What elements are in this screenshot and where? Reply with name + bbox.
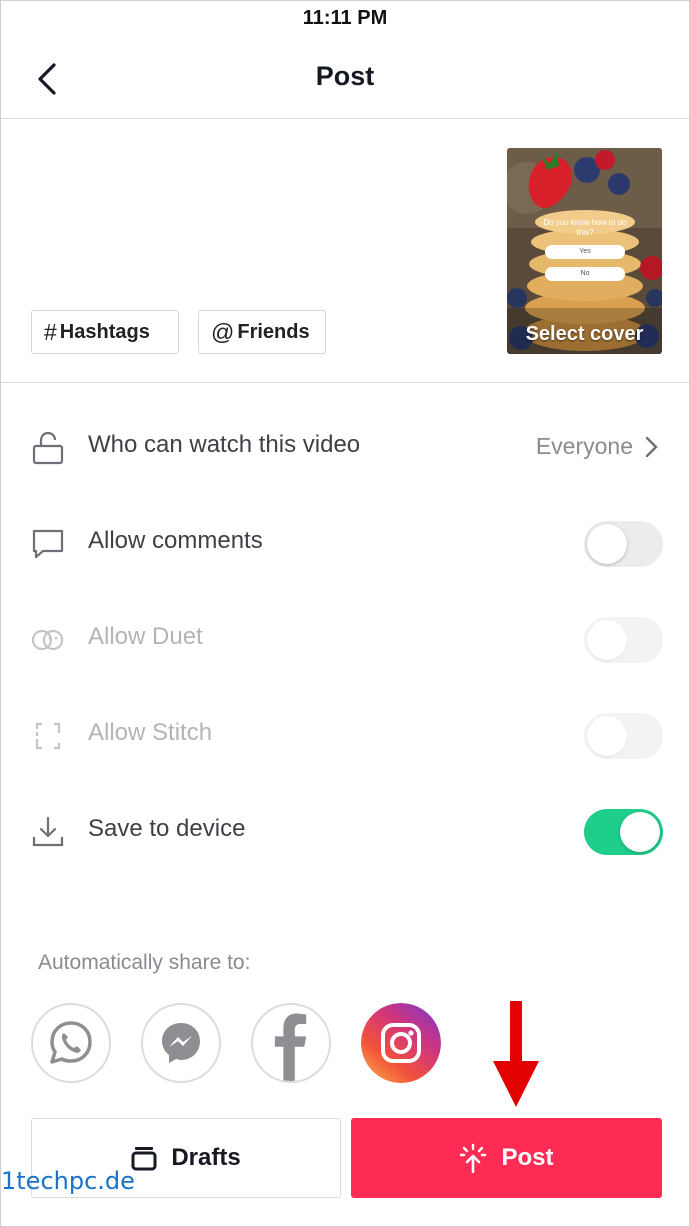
- download-icon: [32, 816, 64, 847]
- share-whatsapp-button[interactable]: [31, 1003, 111, 1083]
- allow-comments-toggle[interactable]: [584, 521, 663, 567]
- status-time: 11:11 PM: [302, 7, 388, 29]
- share-instagram-button[interactable]: [361, 1003, 441, 1083]
- post-sparkle-icon: [460, 1143, 487, 1173]
- cover-option-yes: Yes: [545, 245, 625, 259]
- post-label: Post: [501, 1144, 554, 1171]
- messenger-icon: [162, 1023, 200, 1063]
- drafts-label: Drafts: [171, 1144, 241, 1171]
- nav-bar: Post: [1, 41, 689, 119]
- toggle-knob: [620, 812, 660, 852]
- page-title: Post: [315, 61, 375, 91]
- facebook-icon: [274, 1013, 307, 1081]
- lock-open-icon: [32, 431, 64, 465]
- duet-icon: [31, 629, 64, 651]
- allow-comments-label: Allow comments: [88, 527, 263, 554]
- annotation-arrow-icon: [493, 1001, 539, 1107]
- allow-stitch-row: Allow Stitch: [1, 703, 689, 763]
- share-facebook-button[interactable]: [251, 1003, 331, 1083]
- save-to-device-label: Save to device: [88, 815, 246, 842]
- allow-duet-toggle[interactable]: [584, 617, 663, 663]
- allow-duet-row: Allow Duet: [1, 607, 689, 667]
- share-messenger-button[interactable]: [141, 1003, 221, 1083]
- toggle-knob: [587, 620, 627, 660]
- allow-comments-row: Allow comments: [1, 511, 689, 571]
- friends-button[interactable]: @ Friends: [198, 310, 326, 354]
- hashtags-label: Hashtags: [59, 320, 150, 343]
- allow-duet-label: Allow Duet: [88, 623, 203, 650]
- allow-stitch-label: Allow Stitch: [88, 719, 213, 746]
- instagram-icon: [361, 1003, 441, 1083]
- drafts-icon: [131, 1147, 157, 1171]
- cover-question-text: Do you know how to do this?: [543, 218, 627, 237]
- privacy-row[interactable]: Who can watch this video Everyone: [1, 415, 689, 475]
- allow-stitch-toggle[interactable]: [584, 713, 663, 759]
- privacy-label: Who can watch this video: [88, 431, 361, 458]
- post-button[interactable]: Post: [351, 1118, 662, 1198]
- friends-label: Friends: [237, 320, 310, 343]
- stitch-icon: [35, 722, 61, 750]
- post-screen: 11:11 PM Post # Hashtags @ Friends Do yo…: [0, 0, 690, 1227]
- watermark-text: 1techpc.de: [1, 1167, 135, 1195]
- save-to-device-row: Save to device: [1, 799, 689, 859]
- select-cover-thumbnail[interactable]: Do you know how to do this? Yes No Selec…: [507, 148, 662, 354]
- whatsapp-icon: [50, 1021, 92, 1064]
- save-to-device-toggle[interactable]: [584, 809, 663, 855]
- comment-icon: [32, 529, 64, 559]
- toggle-knob: [587, 716, 627, 756]
- select-cover-label: Select cover: [525, 323, 644, 345]
- caption-area[interactable]: # Hashtags @ Friends Do you know how to …: [1, 120, 689, 383]
- toggle-knob: [587, 524, 627, 564]
- chevron-right-icon: [645, 436, 658, 458]
- hashtag-icon: #: [44, 318, 57, 345]
- cover-option-no: No: [545, 267, 625, 281]
- share-label: Automatically share to:: [38, 951, 251, 974]
- hashtags-button[interactable]: # Hashtags: [31, 310, 179, 354]
- privacy-value: Everyone: [535, 433, 633, 459]
- at-icon: @: [211, 318, 235, 345]
